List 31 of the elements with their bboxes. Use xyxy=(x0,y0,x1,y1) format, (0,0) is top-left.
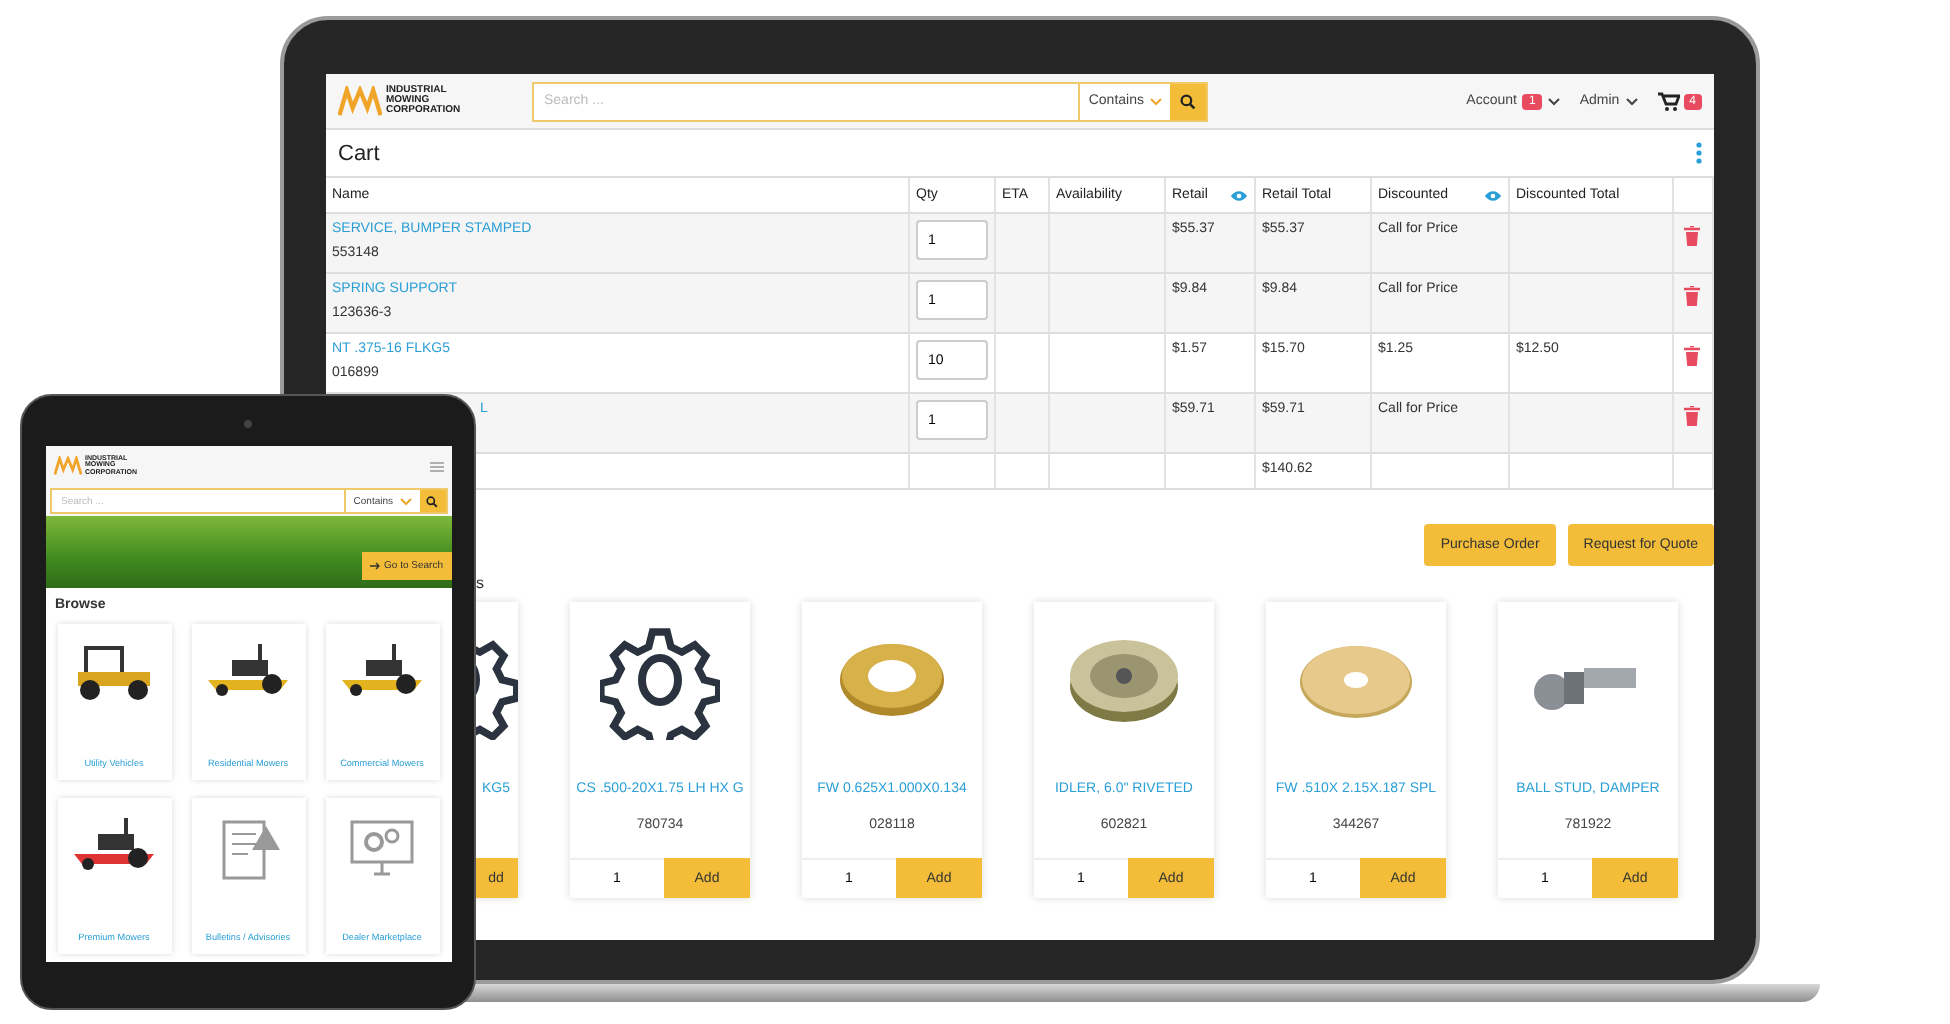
trash-icon xyxy=(1684,226,1700,246)
chevron-icon xyxy=(1625,97,1638,105)
arrow-icon xyxy=(370,562,381,570)
camera-dot xyxy=(244,420,252,428)
logo-icon xyxy=(53,456,81,476)
section-heading: s xyxy=(476,574,486,594)
eye-icon[interactable] xyxy=(1484,189,1502,201)
menu-icon xyxy=(429,461,443,471)
more-options-button[interactable] xyxy=(1696,142,1702,164)
kebab-icon xyxy=(1696,142,1702,164)
chevron-icon xyxy=(399,497,411,505)
trash-icon xyxy=(1684,286,1700,306)
stand-on-mower-drawing xyxy=(338,640,426,700)
menu-button[interactable] xyxy=(429,461,443,471)
chevron-icon xyxy=(1547,97,1560,105)
washer-drawing xyxy=(1298,640,1414,720)
search-icon xyxy=(426,495,438,507)
page-title: Cart xyxy=(338,141,380,165)
walk-behind-mower-drawing xyxy=(70,814,158,874)
cart-icon xyxy=(1657,91,1680,111)
search-icon xyxy=(1180,93,1196,109)
trash-icon xyxy=(1684,346,1700,366)
search-button[interactable] xyxy=(1170,83,1206,119)
riding-mower-drawing xyxy=(204,640,292,700)
pulley-drawing xyxy=(1068,634,1180,726)
logo-icon xyxy=(338,85,382,117)
eye-icon[interactable] xyxy=(1230,189,1248,201)
chevron-icon xyxy=(1150,97,1162,105)
trash-icon xyxy=(1684,406,1700,426)
search-button[interactable] xyxy=(419,490,445,512)
washer-drawing xyxy=(838,640,946,720)
